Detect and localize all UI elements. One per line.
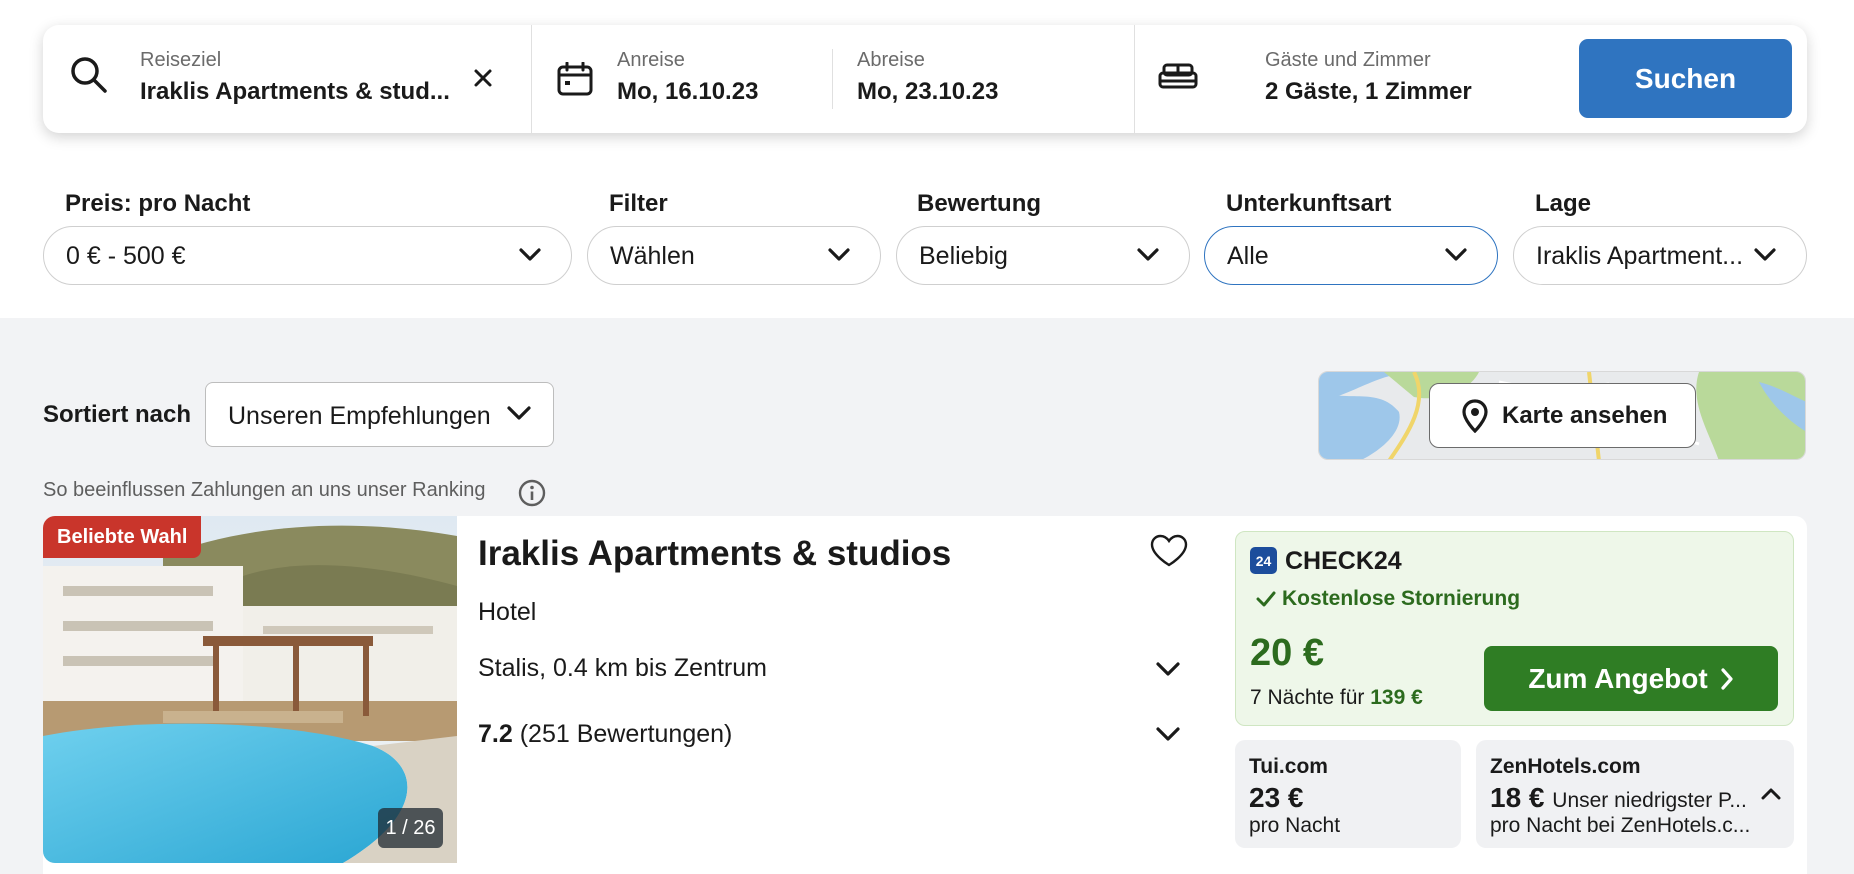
- filter-value: Wählen: [610, 242, 695, 270]
- chevron-down-icon[interactable]: [1156, 661, 1180, 679]
- sort-select[interactable]: Unseren Empfehlungen: [205, 382, 554, 447]
- other-offer-price: 18 €: [1490, 782, 1545, 813]
- other-offer-price: 23 €: [1249, 782, 1304, 813]
- nights-text: 7 Nächte für: [1250, 686, 1365, 709]
- search-bar: Reiseziel Iraklis Apartments & stud... A…: [43, 25, 1807, 133]
- checkin-value: Mo, 16.10.23: [617, 78, 759, 105]
- hotel-location: Stalis, 0.4 km bis Zentrum: [478, 654, 767, 682]
- hotel-name[interactable]: Iraklis Apartments & studios: [478, 534, 951, 574]
- chevron-down-icon[interactable]: [1156, 726, 1180, 744]
- chevron-down-icon: [507, 406, 531, 420]
- free-cancellation: Kostenlose Stornierung: [1282, 587, 1521, 610]
- image-counter: 1 / 26: [378, 808, 443, 848]
- checkout-value: Mo, 23.10.23: [857, 78, 999, 105]
- other-offer-provider: ZenHotels.com: [1490, 755, 1641, 778]
- guests-field[interactable]: Gäste und Zimmer 2 Gäste, 1 Zimmer: [1135, 25, 1555, 133]
- chevron-right-icon: [1721, 667, 1733, 690]
- type-filter-select[interactable]: Alle: [1204, 226, 1498, 285]
- location-filter-value: Iraklis Apartment...: [1536, 242, 1744, 270]
- checkout-label: Abreise: [857, 49, 925, 71]
- other-offer-sub: pro Nacht: [1249, 814, 1341, 837]
- heart-icon[interactable]: [1150, 534, 1188, 568]
- checkin-label: Anreise: [617, 49, 685, 71]
- destination-value: Iraklis Apartments & stud...: [140, 78, 450, 105]
- destination-field[interactable]: Reiseziel Iraklis Apartments & stud...: [43, 25, 531, 133]
- check24-logo: 24: [1250, 547, 1277, 574]
- rating-filter-select[interactable]: Beliebig: [896, 226, 1190, 285]
- other-offer-zenhotels[interactable]: ZenHotels.com 18 € Unser niedrigster P..…: [1476, 740, 1794, 848]
- offer-price: 20 €: [1250, 632, 1324, 674]
- checkin-field[interactable]: Anreise Mo, 16.10.23: [532, 25, 832, 133]
- type-filter-value: Alle: [1227, 242, 1269, 270]
- chevron-down-icon: [519, 248, 541, 261]
- checkout-field[interactable]: Abreise Mo, 23.10.23: [833, 25, 1133, 133]
- filter-select[interactable]: Wählen: [587, 226, 881, 285]
- provider-name: CHECK24: [1285, 547, 1402, 575]
- guests-label: Gäste und Zimmer: [1265, 49, 1431, 71]
- view-map-label: Karte ansehen: [1502, 401, 1668, 429]
- other-offer-provider: Tui.com: [1249, 755, 1328, 778]
- filter-label-type: Unterkunftsart: [1226, 190, 1392, 217]
- calendar-icon: [557, 62, 593, 96]
- bed-icon: [1158, 63, 1198, 89]
- map-pin-icon: [1462, 398, 1488, 433]
- rating-score: 7.2: [478, 720, 513, 748]
- other-offer-price-row: 18 € Unser niedrigster P...: [1490, 782, 1747, 814]
- view-map-button[interactable]: Karte ansehen: [1429, 383, 1696, 448]
- filter-label-rating: Bewertung: [917, 190, 1042, 217]
- location-filter-select[interactable]: Iraklis Apartment...: [1513, 226, 1807, 285]
- other-offer-note: Unser niedrigster P...: [1552, 789, 1747, 812]
- hotel-type: Hotel: [478, 598, 537, 626]
- info-icon[interactable]: [518, 479, 546, 507]
- sort-label: Sortiert nach: [43, 401, 192, 428]
- filter-label-location: Lage: [1535, 190, 1592, 217]
- hotel-rating: 7.2 (251 Bewertungen): [478, 720, 732, 749]
- to-offer-label: Zum Angebot: [1528, 662, 1708, 694]
- search-icon: [71, 57, 107, 93]
- destination-label: Reiseziel: [140, 49, 222, 71]
- rating-filter-value: Beliebig: [919, 242, 1008, 270]
- rating-count: (251 Bewertungen): [519, 720, 733, 748]
- ranking-note: So beeinflussen Zahlungen an uns unser R…: [43, 479, 486, 501]
- nights-total-price: 139 €: [1370, 686, 1423, 709]
- price-filter-select[interactable]: 0 € - 500 €: [43, 226, 572, 285]
- chevron-down-icon: [1445, 248, 1467, 261]
- nights-total: 7 Nächte für 139 €: [1250, 686, 1423, 710]
- sort-value: Unseren Empfehlungen: [228, 402, 491, 430]
- other-offer-sub: pro Nacht bei ZenHotels.c...: [1490, 814, 1751, 837]
- popular-choice-badge: Beliebte Wahl: [43, 516, 202, 558]
- to-offer-button[interactable]: Zum Angebot: [1484, 646, 1778, 711]
- chevron-up-icon[interactable]: [1761, 787, 1781, 801]
- map-preview[interactable]: Karte ansehen: [1318, 371, 1806, 460]
- chevron-down-icon: [1754, 248, 1776, 261]
- guests-value: 2 Gäste, 1 Zimmer: [1265, 78, 1472, 105]
- filter-label-price: Preis: pro Nacht: [65, 190, 251, 217]
- chevron-down-icon: [1137, 248, 1159, 261]
- check-icon: [1256, 591, 1276, 607]
- chevron-down-icon: [828, 248, 850, 261]
- price-filter-value: 0 € - 500 €: [66, 242, 186, 270]
- filter-label-filter: Filter: [609, 190, 668, 217]
- clear-icon[interactable]: [473, 68, 493, 88]
- other-offer-tui[interactable]: Tui.com 23 € pro Nacht: [1235, 740, 1461, 848]
- search-button[interactable]: Suchen: [1579, 39, 1792, 118]
